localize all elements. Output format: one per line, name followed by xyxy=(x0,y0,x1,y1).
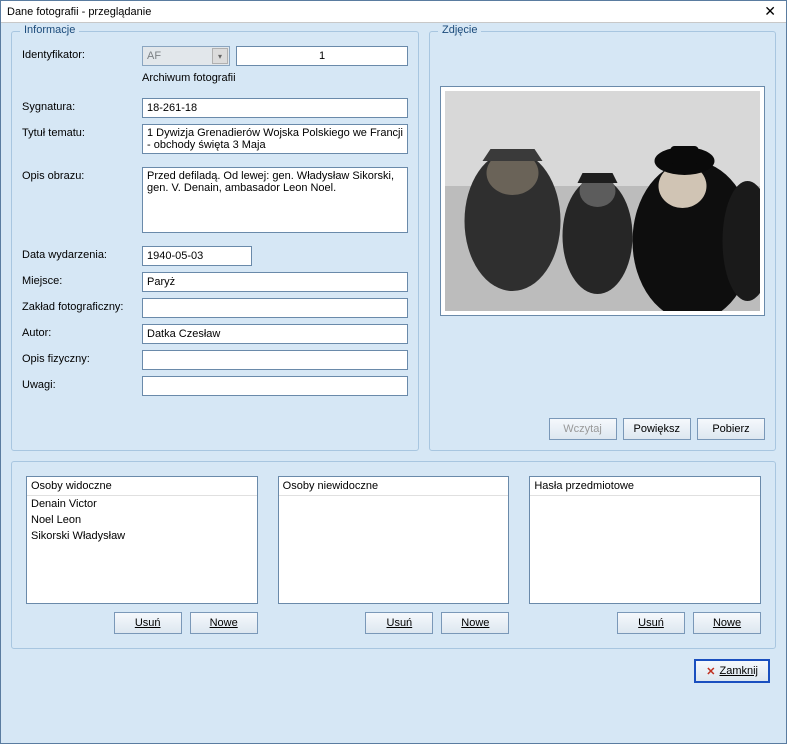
label-autor: Autor: xyxy=(22,324,142,339)
powieksz-button[interactable]: Powiększ xyxy=(623,418,691,440)
opis-obrazu-textarea[interactable]: Przed defiladą. Od lewej: gen. Władysław… xyxy=(142,167,408,233)
label-zaklad: Zakład fotograficzny: xyxy=(22,298,142,313)
info-group-label: Informacje xyxy=(20,24,79,36)
photo-group: Zdjęcie xyxy=(429,31,776,451)
footer: ✕ Zamknij xyxy=(11,649,776,683)
miejsce-input[interactable] xyxy=(142,272,408,292)
field-sygnatura: Sygnatura: xyxy=(22,98,408,118)
pobierz-button[interactable]: Pobierz xyxy=(697,418,765,440)
info-group: Informacje Identyfikator: AF ▾ Archiwum … xyxy=(11,31,419,451)
field-opis-fiz: Opis fizyczny: xyxy=(22,350,408,370)
list-header-subjects: Hasła przedmiotowe xyxy=(530,477,760,496)
photo-buttons: Wczytaj Powiększ Pobierz xyxy=(440,404,765,440)
titlebar: Dane fotografii - przeglądanie ✕ xyxy=(1,1,786,23)
label-identyfikator: Identyfikator: xyxy=(22,46,142,61)
list-item[interactable]: Noel Leon xyxy=(27,512,257,528)
field-data: Data wydarzenia: xyxy=(22,246,408,266)
list-item[interactable]: Sikorski Władysław xyxy=(27,528,257,544)
content-area: Informacje Identyfikator: AF ▾ Archiwum … xyxy=(1,23,786,693)
label-tytul: Tytuł tematu: xyxy=(22,124,142,139)
listbox-visible[interactable]: Osoby widoczne Denain Victor Noel Leon S… xyxy=(26,476,258,604)
list-header-visible: Osoby widoczne xyxy=(27,477,257,496)
nowe-button-subjects[interactable]: Nowe xyxy=(693,612,761,634)
data-input[interactable] xyxy=(142,246,252,266)
archive-note: Archiwum fotografii xyxy=(142,72,408,84)
close-x-icon: ✕ xyxy=(706,665,715,678)
label-uwagi: Uwagi: xyxy=(22,376,142,391)
photo-image xyxy=(445,91,760,311)
list-col-visible: Osoby widoczne Denain Victor Noel Leon S… xyxy=(26,476,258,634)
label-sygnatura: Sygnatura: xyxy=(22,98,142,113)
list-header-invisible: Osoby niewidoczne xyxy=(279,477,509,496)
nowe-button-invisible[interactable]: Nowe xyxy=(441,612,509,634)
label-miejsce: Miejsce: xyxy=(22,272,142,287)
uwagi-input[interactable] xyxy=(142,376,408,396)
field-miejsce: Miejsce: xyxy=(22,272,408,292)
field-opis-obrazu: Opis obrazu: Przed defiladą. Od lewej: g… xyxy=(22,167,408,236)
listbox-invisible[interactable]: Osoby niewidoczne xyxy=(278,476,510,604)
sygnatura-input[interactable] xyxy=(142,98,408,118)
opis-fiz-input[interactable] xyxy=(142,350,408,370)
zamknij-button[interactable]: ✕ Zamknij xyxy=(694,659,770,683)
usun-button-visible[interactable]: Usuń xyxy=(114,612,182,634)
usun-button-subjects[interactable]: Usuń xyxy=(617,612,685,634)
top-row: Informacje Identyfikator: AF ▾ Archiwum … xyxy=(11,31,776,451)
photo-frame xyxy=(440,86,765,316)
list-col-invisible: Osoby niewidoczne Usuń Nowe xyxy=(278,476,510,634)
label-opis-fiz: Opis fizyczny: xyxy=(22,350,142,365)
close-icon[interactable]: ✕ xyxy=(760,3,780,20)
dialog-window: Dane fotografii - przeglądanie ✕ Informa… xyxy=(0,0,787,744)
list-item[interactable]: Denain Victor xyxy=(27,496,257,512)
window-title: Dane fotografii - przeglądanie xyxy=(7,6,151,18)
label-opis-obrazu: Opis obrazu: xyxy=(22,167,142,182)
id-prefix-select: AF xyxy=(142,46,230,66)
field-uwagi: Uwagi: xyxy=(22,376,408,396)
zamknij-label: Zamknij xyxy=(719,665,758,677)
field-identyfikator: Identyfikator: AF ▾ xyxy=(22,46,408,66)
usun-button-invisible[interactable]: Usuń xyxy=(365,612,433,634)
list-btns-subjects: Usuń Nowe xyxy=(529,612,761,634)
field-tytul: Tytuł tematu: 1 Dywizja Grenadierów Wojs… xyxy=(22,124,408,157)
label-data: Data wydarzenia: xyxy=(22,246,142,261)
list-btns-visible: Usuń Nowe xyxy=(26,612,258,634)
lists-row: Osoby widoczne Denain Victor Noel Leon S… xyxy=(26,476,761,634)
nowe-button-visible[interactable]: Nowe xyxy=(190,612,258,634)
lists-group: Osoby widoczne Denain Victor Noel Leon S… xyxy=(11,461,776,649)
photo-group-label: Zdjęcie xyxy=(438,24,481,36)
tytul-textarea[interactable]: 1 Dywizja Grenadierów Wojska Polskiego w… xyxy=(142,124,408,154)
list-btns-invisible: Usuń Nowe xyxy=(278,612,510,634)
listbox-subjects[interactable]: Hasła przedmiotowe xyxy=(529,476,761,604)
list-col-subjects: Hasła przedmiotowe Usuń Nowe xyxy=(529,476,761,634)
id-number-input[interactable] xyxy=(236,46,408,66)
field-autor: Autor: xyxy=(22,324,408,344)
autor-input[interactable] xyxy=(142,324,408,344)
field-zaklad: Zakład fotograficzny: xyxy=(22,298,408,318)
wczytaj-button: Wczytaj xyxy=(549,418,617,440)
zaklad-input[interactable] xyxy=(142,298,408,318)
